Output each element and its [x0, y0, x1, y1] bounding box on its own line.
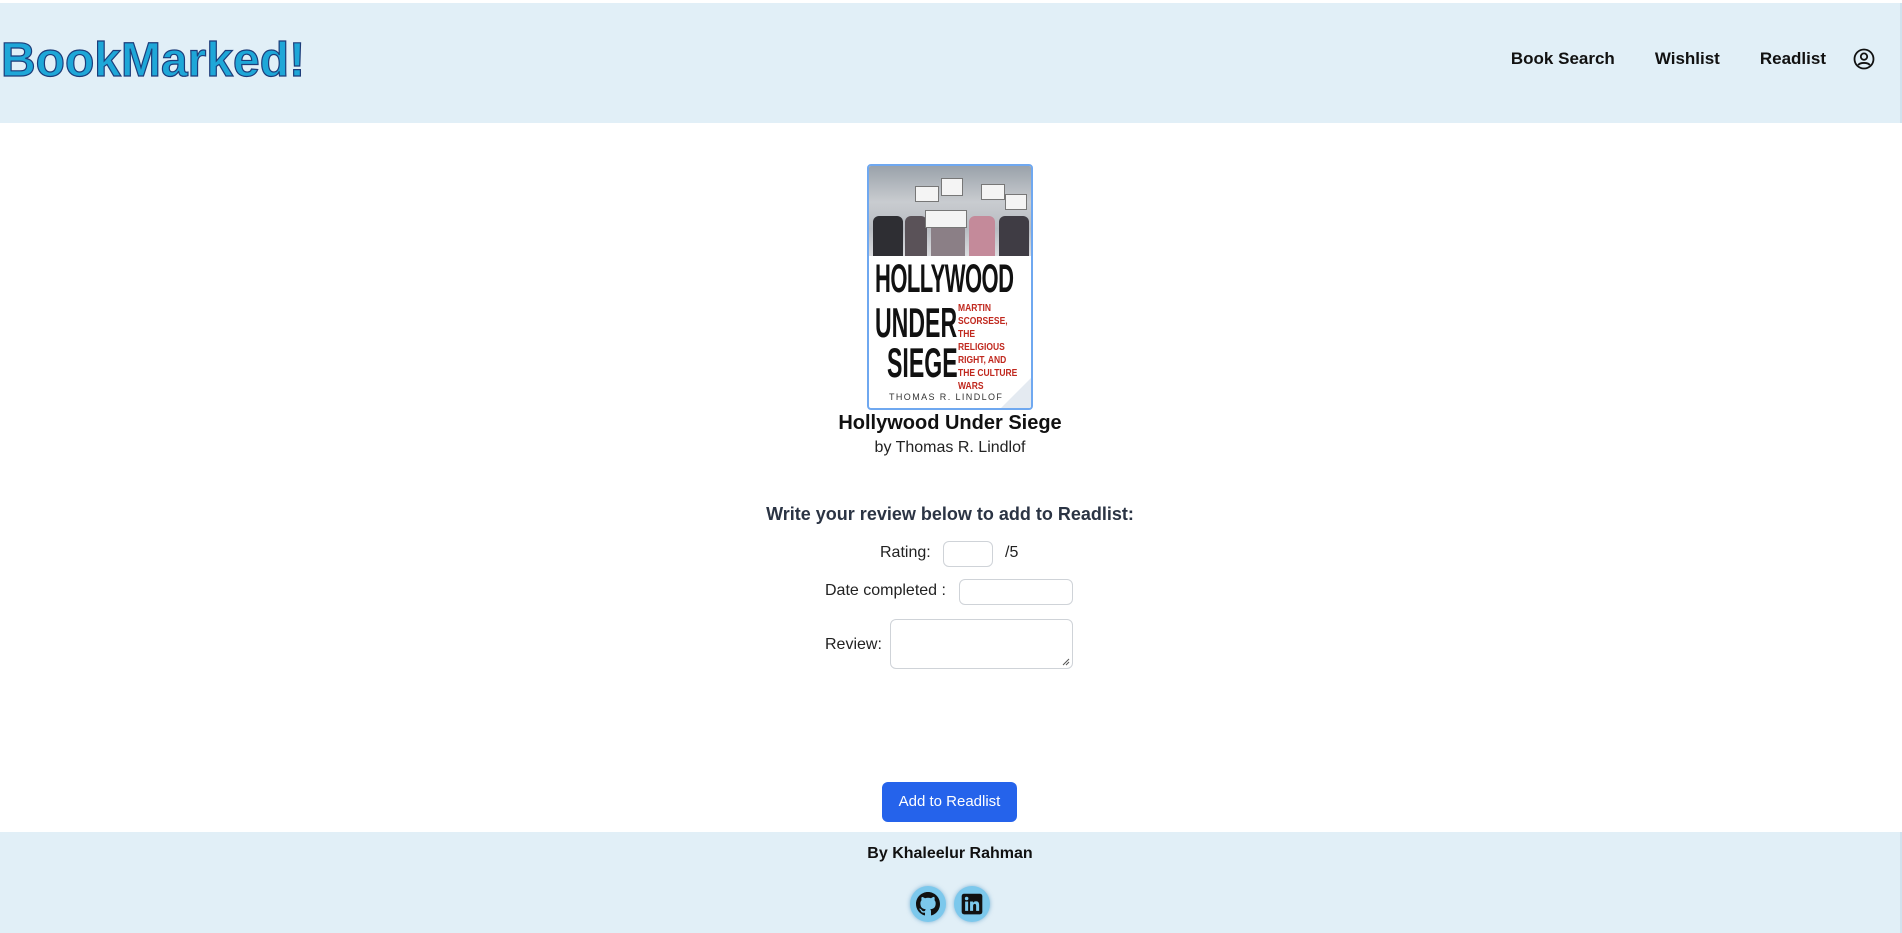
- cover-sign: [915, 186, 939, 202]
- book-title: Hollywood Under Siege: [838, 412, 1062, 434]
- cover-sign: [1005, 194, 1027, 210]
- nav-book-search[interactable]: Book Search: [1511, 47, 1615, 71]
- linkedin-icon[interactable]: [954, 886, 990, 922]
- date-completed-input[interactable]: [959, 579, 1073, 605]
- cover-author: THOMAS R. LINDLOF: [889, 392, 1004, 402]
- resize-handle-icon[interactable]: [1062, 658, 1070, 666]
- add-to-readlist-button[interactable]: Add to Readlist: [882, 782, 1017, 822]
- review-form-heading: Write your review below to add to Readli…: [766, 504, 1134, 524]
- main-content: HOLLYWOOD UNDER SIEGE MARTIN SCORSESE, T…: [0, 124, 1902, 832]
- cover-title-line3: SIEGE: [887, 339, 958, 386]
- cover-figure: [873, 216, 903, 256]
- site-footer: By Khaleelur Rahman: [0, 832, 1902, 933]
- rating-suffix: /5: [1005, 544, 1019, 561]
- user-circle-icon[interactable]: [1852, 47, 1876, 71]
- cover-title-line2: UNDER: [875, 299, 958, 346]
- rating-label: Rating:: [880, 544, 931, 561]
- cover-sign: [941, 178, 963, 196]
- date-completed-label: Date completed :: [825, 582, 946, 599]
- cover-photo: [869, 166, 1031, 256]
- cover-title-line1: HOLLYWOOD: [875, 257, 1014, 301]
- rating-input[interactable]: [943, 541, 993, 567]
- footer-credit: By Khaleelur Rahman: [867, 845, 1033, 862]
- cover-figure: [905, 216, 927, 256]
- cover-figure: [999, 216, 1029, 256]
- page: BookMarked! Book Search Wishlist Readlis…: [0, 0, 1902, 933]
- cover-figure: [969, 216, 995, 256]
- site-logo[interactable]: BookMarked!: [0, 33, 305, 89]
- review-label: Review:: [825, 636, 882, 653]
- github-icon[interactable]: [910, 886, 946, 922]
- book-author: by Thomas R. Lindlof: [874, 439, 1026, 456]
- cover-page-curl: [1001, 378, 1031, 408]
- book-cover-image: HOLLYWOOD UNDER SIEGE MARTIN SCORSESE, T…: [867, 164, 1033, 410]
- nav-wishlist[interactable]: Wishlist: [1655, 47, 1720, 71]
- main-nav: Book Search Wishlist Readlist: [1471, 47, 1876, 71]
- review-textarea[interactable]: [890, 619, 1073, 669]
- cover-sign: [981, 184, 1005, 200]
- nav-readlist[interactable]: Readlist: [1760, 47, 1826, 71]
- cover-sign: [925, 210, 967, 228]
- site-header: BookMarked! Book Search Wishlist Readlis…: [0, 3, 1902, 123]
